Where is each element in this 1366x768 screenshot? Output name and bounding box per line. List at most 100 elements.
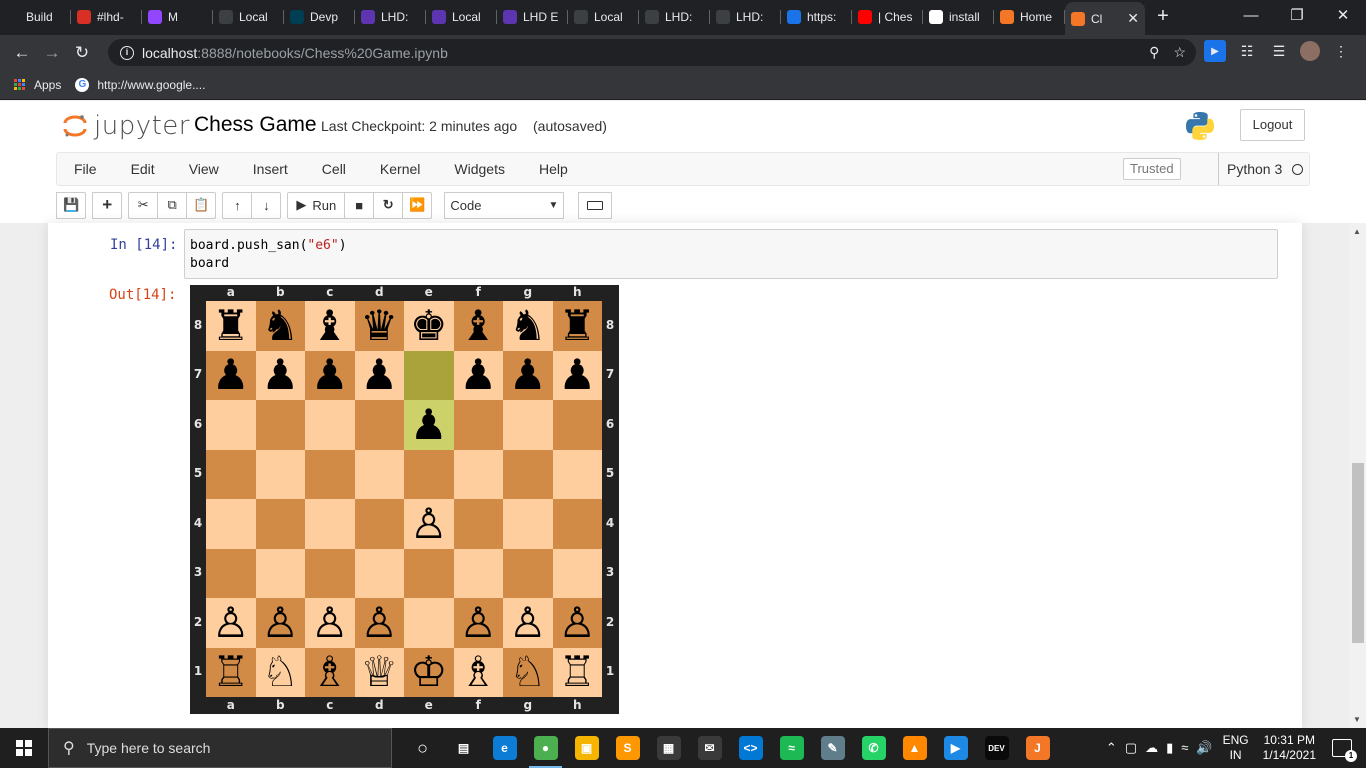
meet-now-icon[interactable]: ▢ <box>1125 740 1137 756</box>
reload-icon[interactable]: ↻ <box>67 43 97 63</box>
browser-tab[interactable]: Build <box>0 2 71 32</box>
vlc-icon[interactable]: ▲ <box>894 728 935 768</box>
task-view-icon[interactable]: ▤ <box>443 728 484 768</box>
browser-tab[interactable]: LHD: <box>639 2 710 32</box>
browser-tab[interactable]: LHD E <box>497 2 568 32</box>
browser-tab[interactable]: install <box>923 2 994 32</box>
jupyter-ring-icon <box>63 115 87 137</box>
menu-view[interactable]: View <box>172 161 236 177</box>
browser-tab[interactable]: Home <box>994 2 1065 32</box>
bookmark-apps[interactable]: Apps <box>14 78 61 92</box>
browser-tab[interactable]: M <box>142 2 213 32</box>
copy-icon[interactable]: ⧉ <box>157 191 188 219</box>
kebab-menu-icon[interactable]: ⋮ <box>1330 40 1352 62</box>
trusted-indicator[interactable]: Trusted <box>1123 158 1181 180</box>
insert-cell-icon[interactable]: + <box>92 191 123 219</box>
move-down-icon[interactable]: ↓ <box>251 191 282 219</box>
onedrive-icon[interactable]: ☁ <box>1145 740 1158 756</box>
chrome-icon[interactable]: ● <box>525 728 566 768</box>
restart-run-all-icon[interactable]: ⏩ <box>402 191 433 219</box>
restore-icon[interactable]: ❐ <box>1274 0 1320 32</box>
chess-piece: ♟ <box>261 350 300 400</box>
system-tray: ⌃ ▢ ☁ ▮ ≈ 🔊 ENG IN 10:31 PM 1/14/2021 1 <box>1106 728 1366 768</box>
browser-tab[interactable]: LHD: <box>355 2 426 32</box>
scrollbar-thumb[interactable] <box>1352 463 1364 643</box>
language-indicator[interactable]: ENG IN <box>1223 733 1249 763</box>
menu-file[interactable]: File <box>57 161 114 177</box>
start-button[interactable] <box>0 728 48 768</box>
sublime-icon[interactable]: S <box>607 728 648 768</box>
menu-cell[interactable]: Cell <box>305 161 363 177</box>
browser-tab[interactable]: Devp <box>284 2 355 32</box>
chess-piece: ♟ <box>558 350 597 400</box>
browser-tab[interactable]: Local <box>213 2 284 32</box>
notebook-area: In [14]: board.push_san("e6") board Out[… <box>0 223 1350 728</box>
spotify-icon[interactable]: ≈ <box>771 728 812 768</box>
close-tab-icon[interactable]: ✕ <box>1127 10 1139 27</box>
jupyter-icon[interactable]: J <box>1017 728 1058 768</box>
tab-label: LHD: <box>381 10 409 24</box>
whatsapp-icon[interactable]: ✆ <box>853 728 894 768</box>
clock[interactable]: 10:31 PM 1/14/2021 <box>1263 733 1316 763</box>
cortana-icon[interactable]: ○ <box>402 728 443 768</box>
menu-help[interactable]: Help <box>522 161 585 177</box>
browser-tab[interactable]: LHD: <box>710 2 781 32</box>
command-palette-keyboard-icon[interactable] <box>578 191 613 219</box>
vertical-scrollbar[interactable]: ▲ ▼ <box>1350 223 1366 728</box>
chevron-up-icon[interactable]: ⌃ <box>1106 740 1117 756</box>
store-icon[interactable]: ▦ <box>648 728 689 768</box>
scroll-down-icon[interactable]: ▼ <box>1353 715 1361 724</box>
volume-icon[interactable]: 🔊 <box>1196 740 1212 756</box>
run-button[interactable]: ▶ Run <box>287 191 346 219</box>
cast-extension-icon[interactable]: ▶ <box>1204 40 1226 62</box>
taskbar-search[interactable]: ⚲ Type here to search <box>48 728 392 768</box>
avatar[interactable] <box>1300 41 1320 61</box>
move-up-icon[interactable]: ↑ <box>222 191 253 219</box>
dev-icon[interactable]: DEV <box>976 728 1017 768</box>
forward-icon[interactable]: → <box>37 43 67 63</box>
zoom-icon[interactable]: ⚲ <box>1149 44 1159 61</box>
browser-tab[interactable]: | Ches <box>852 2 923 32</box>
jupyter-logo[interactable]: jupyter <box>62 111 190 141</box>
browser-tab[interactable]: https: <box>781 2 852 32</box>
media-control-icon[interactable]: ☰ <box>1268 40 1290 62</box>
battery-icon[interactable]: ▮ <box>1166 740 1173 756</box>
menu-widgets[interactable]: Widgets <box>437 161 522 177</box>
wifi-icon[interactable]: ≈ <box>1181 740 1188 756</box>
save-icon[interactable]: 💾 <box>56 191 87 219</box>
puzzle-extensions-icon[interactable]: ☷ <box>1236 40 1258 62</box>
paste-icon[interactable]: 📋 <box>186 191 217 219</box>
vscode-icon[interactable]: <> <box>730 728 771 768</box>
browser-tab[interactable]: #lhd- <box>71 2 142 32</box>
code-cell-editor[interactable]: board.push_san("e6") board <box>184 229 1278 279</box>
square-c1: ♗ <box>305 647 355 697</box>
menu-insert[interactable]: Insert <box>236 161 305 177</box>
back-icon[interactable]: ← <box>7 43 37 63</box>
scroll-up-icon[interactable]: ▲ <box>1353 227 1361 236</box>
cell-type-select[interactable]: Code ▼ <box>444 191 565 219</box>
edge-icon[interactable]: e <box>484 728 525 768</box>
menu-kernel[interactable]: Kernel <box>363 161 437 177</box>
bookmark-star-icon[interactable]: ☆ <box>1173 44 1186 61</box>
browser-tab[interactable]: Local <box>568 2 639 32</box>
cut-icon[interactable]: ✂ <box>128 191 159 219</box>
file-explorer-icon[interactable]: ▣ <box>566 728 607 768</box>
close-window-icon[interactable]: ✕ <box>1320 0 1366 32</box>
notes-icon[interactable]: ✎ <box>812 728 853 768</box>
browser-tab[interactable]: Cl ✕ <box>1065 2 1145 35</box>
notification-icon[interactable]: 1 <box>1332 739 1357 762</box>
url-input[interactable]: i localhost:8888/notebooks/Chess%20Game.… <box>108 39 1196 66</box>
browser-tab[interactable]: Local <box>426 2 497 32</box>
logout-button[interactable]: Logout <box>1240 109 1305 141</box>
restart-icon[interactable]: ↻ <box>373 191 404 219</box>
bookmark-google[interactable]: G http://www.google.... <box>75 77 205 92</box>
site-info-icon[interactable]: i <box>120 45 134 60</box>
notebook-title[interactable]: Chess Game <box>194 113 317 137</box>
minimize-icon[interactable]: — <box>1228 0 1274 32</box>
mail-icon[interactable]: ✉ <box>689 728 730 768</box>
new-tab-button[interactable]: + <box>1145 5 1181 28</box>
connect-icon[interactable]: ▶ <box>935 728 976 768</box>
interrupt-icon[interactable]: ■ <box>344 191 375 219</box>
menu-edit[interactable]: Edit <box>114 161 172 177</box>
chess-piece: ♝ <box>459 300 498 350</box>
